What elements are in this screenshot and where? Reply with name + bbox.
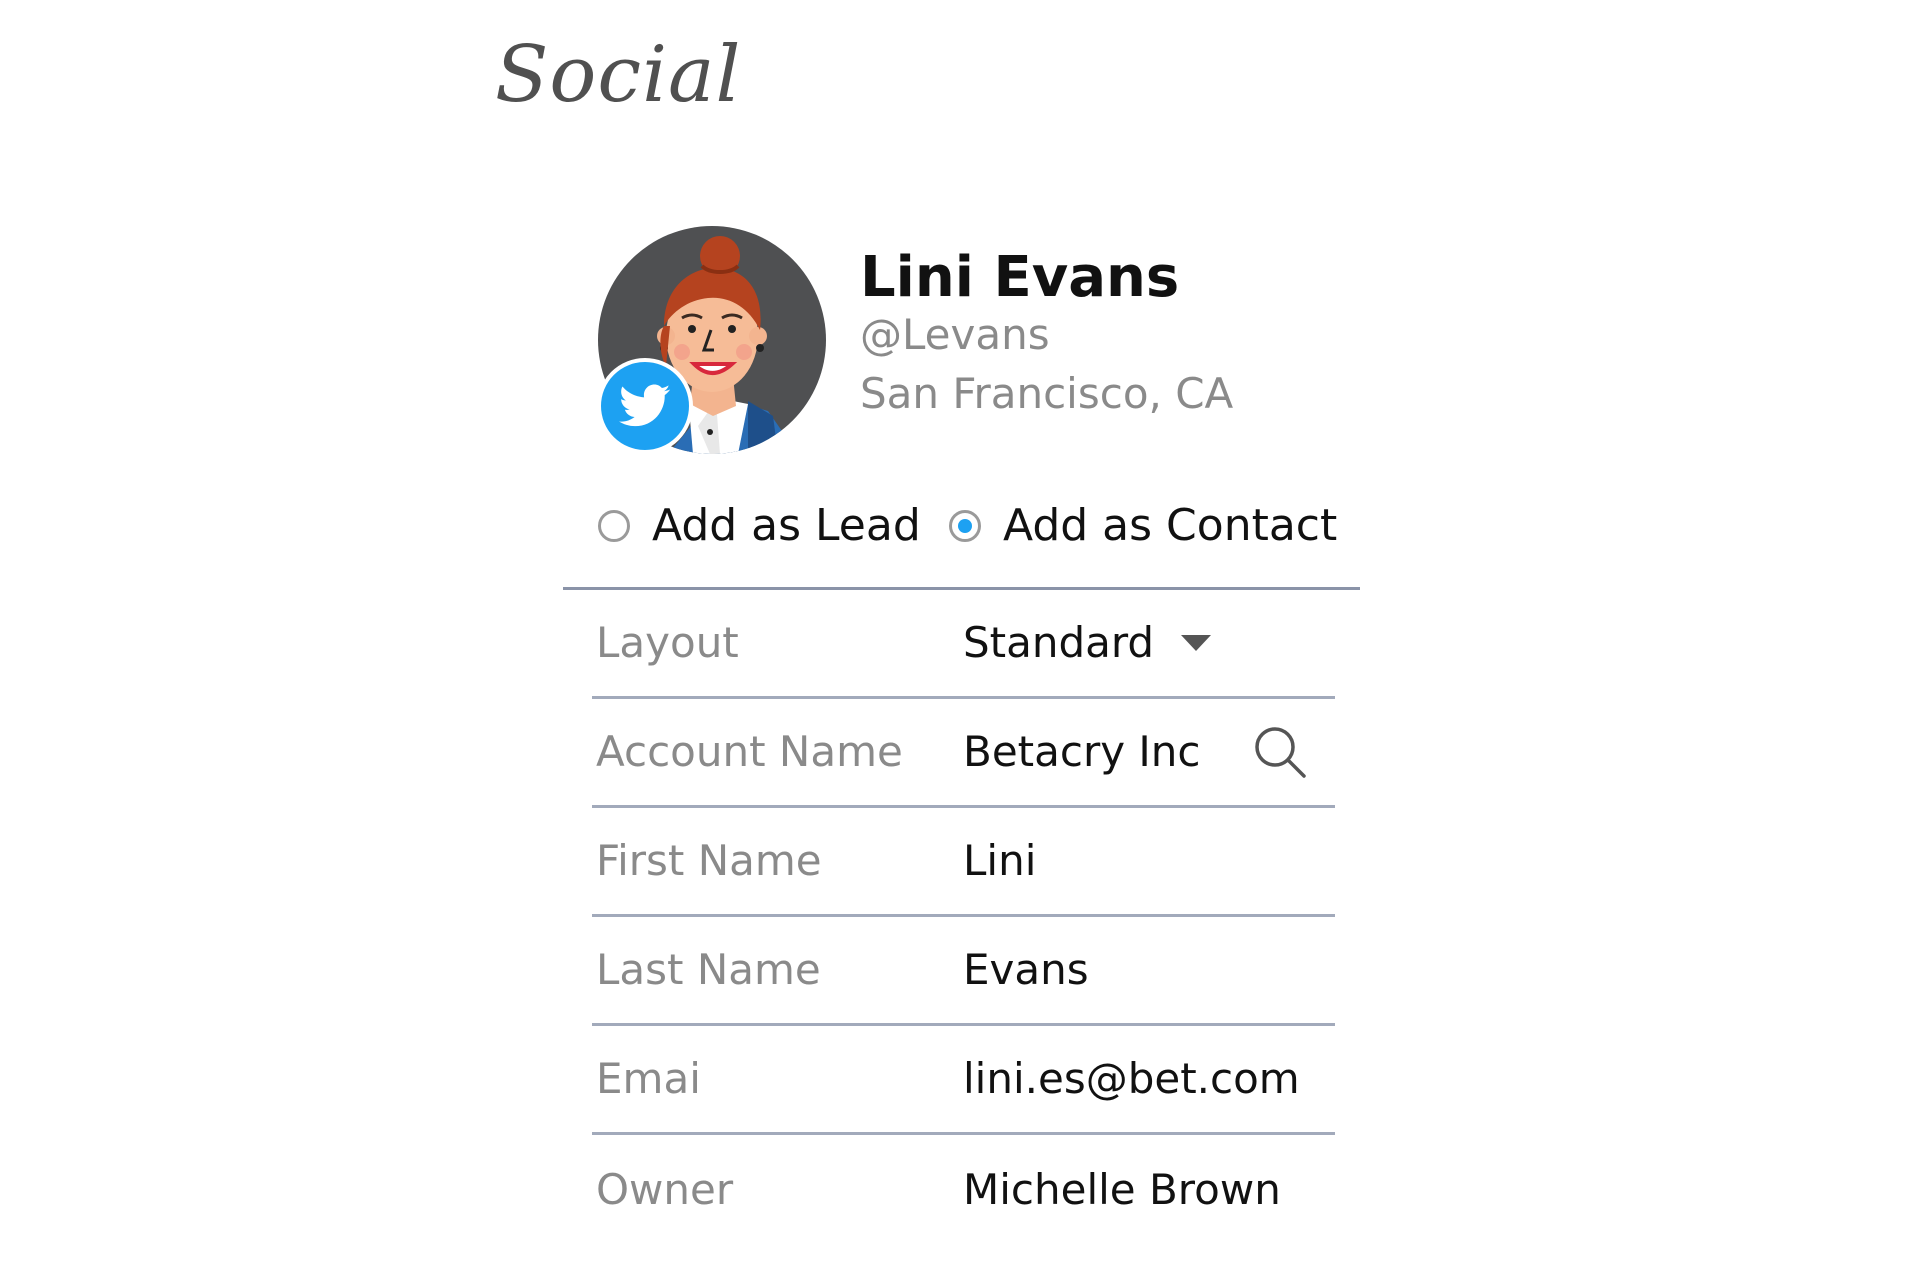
add-as-contact-label: Add as Contact [1003, 500, 1338, 551]
section-title: Social [495, 30, 742, 120]
layout-select[interactable]: Standard [963, 622, 1154, 664]
email-field[interactable]: Emai lini.es@bet.com [592, 1026, 1335, 1135]
last-name-field[interactable]: Last Name Evans [592, 917, 1335, 1026]
chevron-down-icon[interactable] [1181, 635, 1211, 651]
layout-label: Layout [596, 618, 739, 667]
profile-handle: @Levans [860, 310, 1050, 359]
radio-checked-icon[interactable] [949, 510, 981, 542]
profile-name: Lini Evans [860, 245, 1180, 310]
search-icon[interactable] [1252, 724, 1308, 780]
owner-label: Owner [596, 1164, 734, 1214]
first-name-label: First Name [596, 836, 822, 885]
contact-form: Layout Standard Account Name Betacry Inc… [592, 590, 1335, 1244]
email-label: Emai [596, 1054, 701, 1103]
last-name-input[interactable]: Evans [963, 949, 1089, 991]
layout-field[interactable]: Layout Standard [592, 590, 1335, 699]
owner-input[interactable]: Michelle Brown [963, 1168, 1281, 1211]
add-as-contact-radio[interactable]: Add as Contact [949, 498, 1337, 554]
radio-unchecked-icon[interactable] [598, 510, 630, 542]
email-input[interactable]: lini.es@bet.com [963, 1058, 1300, 1100]
last-name-label: Last Name [596, 945, 821, 994]
owner-field[interactable]: Owner Michelle Brown [592, 1135, 1335, 1244]
first-name-field[interactable]: First Name Lini [592, 808, 1335, 917]
twitter-badge [597, 358, 693, 454]
account-name-field[interactable]: Account Name Betacry Inc [592, 699, 1335, 808]
twitter-bird-icon [619, 384, 671, 427]
profile-location: San Francisco, CA [860, 369, 1234, 418]
add-as-lead-radio[interactable]: Add as Lead [598, 498, 921, 554]
account-name-label: Account Name [596, 727, 903, 776]
add-as-lead-label: Add as Lead [652, 500, 921, 551]
account-name-input[interactable]: Betacry Inc [963, 731, 1201, 773]
first-name-input[interactable]: Lini [963, 840, 1036, 882]
